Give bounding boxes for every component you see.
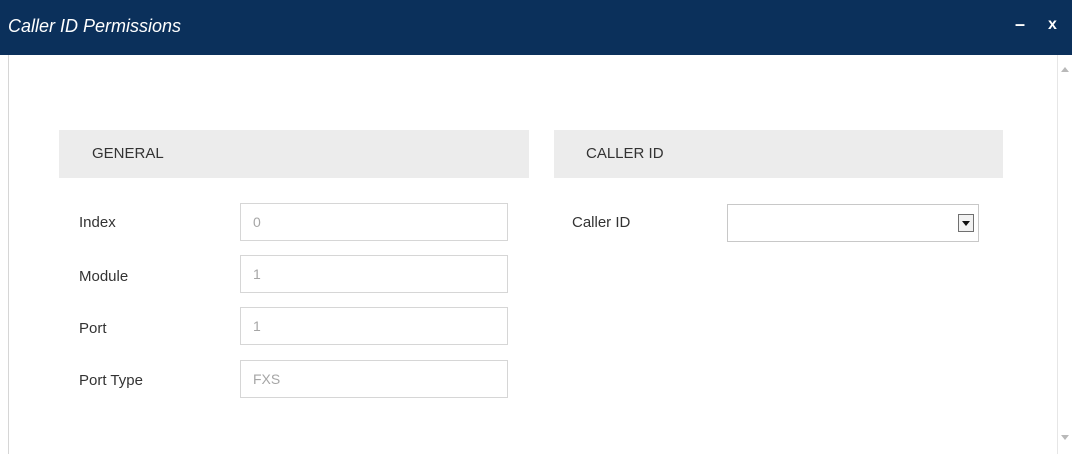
dialog-title: Caller ID Permissions [8,16,182,36]
caller-id-section-header: CALLER ID [554,130,1003,178]
dialog-body [8,55,1057,454]
index-label: Index [79,214,116,231]
general-section-header: GENERAL [59,130,529,178]
scroll-down-arrow-icon[interactable] [1061,435,1069,440]
dialog-titlebar: Caller ID Permissions – x [0,0,1072,55]
scroll-up-arrow-icon[interactable] [1061,67,1069,72]
caller-id-select[interactable] [727,204,979,242]
port-type-field[interactable] [240,360,508,398]
port-type-label: Port Type [79,372,143,389]
caller-id-label: Caller ID [572,214,631,231]
port-label: Port [79,320,107,337]
module-label: Module [79,268,129,285]
close-icon[interactable]: x [1048,16,1057,34]
minimize-icon[interactable]: – [1015,14,1025,35]
vertical-scrollbar[interactable] [1057,55,1072,454]
index-field[interactable] [240,203,508,241]
dropdown-arrow-icon[interactable] [958,214,974,232]
module-field[interactable] [240,255,508,293]
port-field[interactable] [240,307,508,345]
